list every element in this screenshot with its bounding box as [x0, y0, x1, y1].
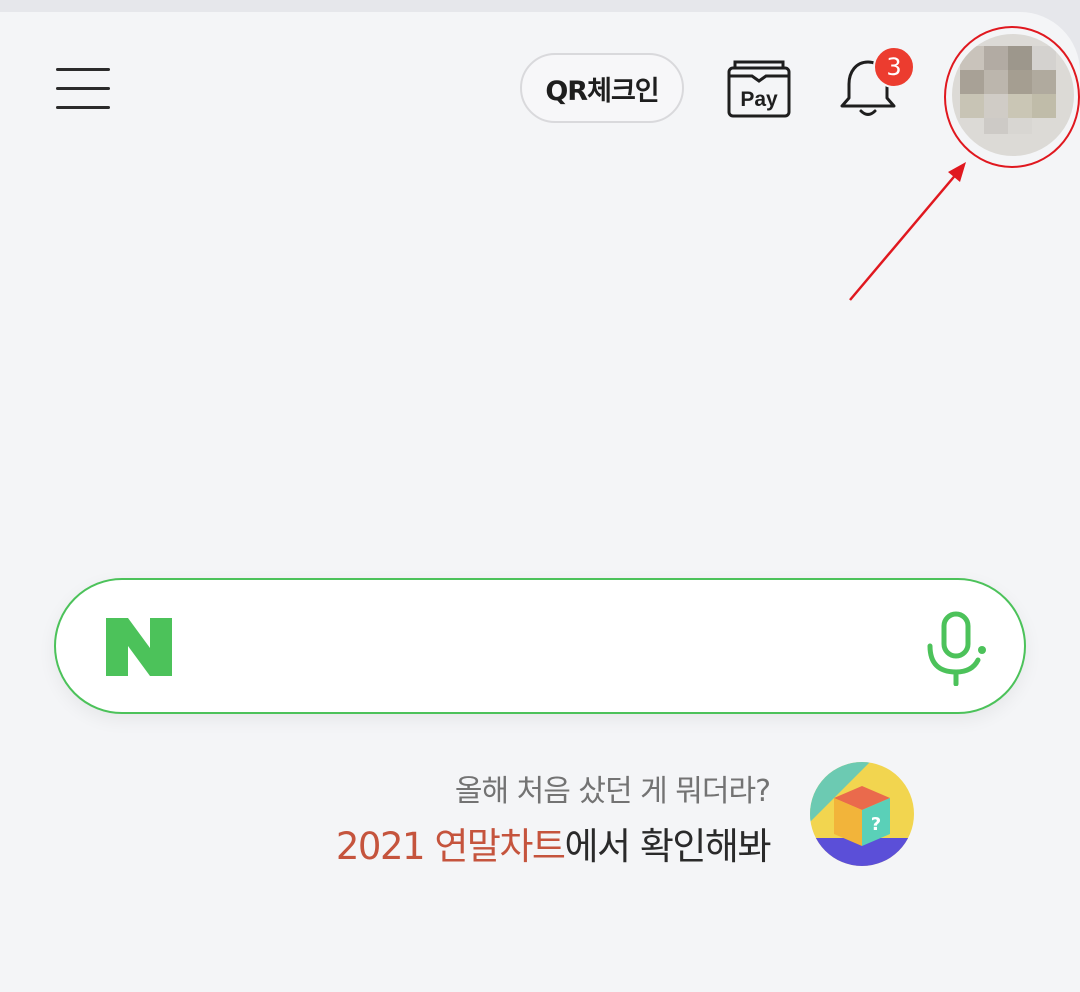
promo-highlight: 2021 연말차트: [335, 825, 566, 868]
year-end-chart-promo[interactable]: 올해 처음 샀던 게 뭐더라? 2021 연말차트에서 확인해봐 ?: [300, 756, 920, 876]
svg-text:?: ?: [871, 814, 881, 835]
screen: QR체크인 Pay 3 올해 처음 샀던 게 뭐더라? 2021 연말차트에서 …: [0, 0, 1080, 992]
naver-logo-icon: [106, 618, 172, 676]
qr-checkin-button[interactable]: QR체크인: [520, 53, 684, 123]
microphone-icon: [927, 611, 986, 686]
mystery-box-icon: ?: [810, 762, 914, 866]
avatar-image: [952, 34, 1074, 156]
pay-wallet-icon[interactable]: Pay: [726, 58, 792, 120]
notification-badge: 3: [873, 46, 915, 88]
promo-rest: 에서 확인해봐: [564, 825, 771, 868]
promo-question: 올해 처음 샀던 게 뭐더라?: [454, 774, 771, 809]
pay-label: Pay: [740, 88, 778, 111]
profile-avatar[interactable]: [952, 34, 1074, 156]
wallet-icon: Pay: [727, 60, 791, 118]
qr-checkin-label: QR체크인: [545, 75, 659, 107]
search-bar[interactable]: [54, 578, 1026, 714]
status-strip: [920, 0, 1080, 12]
promo-cta: 2021 연말차트에서 확인해봐: [335, 816, 772, 870]
hamburger-menu-icon[interactable]: [56, 66, 112, 112]
search-input[interactable]: [206, 620, 910, 676]
